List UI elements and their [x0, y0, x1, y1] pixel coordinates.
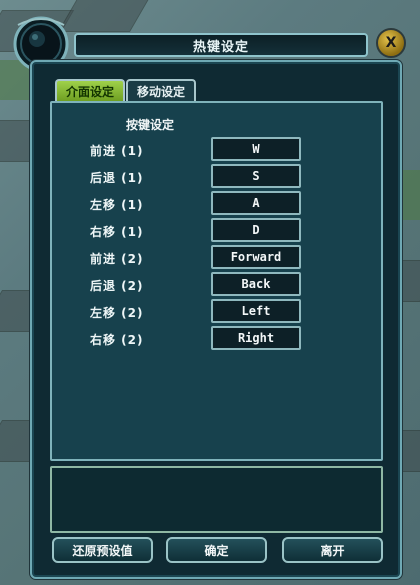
- window-title: 热键设定: [74, 33, 368, 57]
- tab-movement-settings[interactable]: 移动设定: [126, 79, 196, 101]
- keybind-label: 左移 (1): [90, 198, 144, 212]
- keybind-field[interactable]: Left: [211, 299, 301, 323]
- restore-defaults-button[interactable]: 还原预设值: [52, 537, 153, 563]
- close-button[interactable]: X: [376, 28, 406, 58]
- keybind-field[interactable]: Forward: [211, 245, 301, 269]
- background-tile: [57, 0, 155, 32]
- keybind-field[interactable]: D: [211, 218, 301, 242]
- keybind-label: 左移 (2): [90, 306, 144, 320]
- close-icon: X: [385, 35, 397, 51]
- confirm-button[interactable]: 确定: [166, 537, 267, 563]
- keybind-label: 后退 (2): [90, 279, 144, 293]
- keybind-label: 后退 (1): [90, 171, 144, 185]
- keybind-field[interactable]: A: [211, 191, 301, 215]
- keybind-label: 前进 (2): [90, 252, 144, 266]
- keybind-label: 前进 (1): [90, 144, 144, 158]
- keybind-field[interactable]: Right: [211, 326, 301, 350]
- section-title: 按键设定: [126, 118, 175, 132]
- message-area: [50, 466, 383, 533]
- keybind-field[interactable]: W: [211, 137, 301, 161]
- keybind-label: 右移 (1): [90, 225, 144, 239]
- keybind-label: 右移 (2): [90, 333, 144, 347]
- game-screen: 热键设定 X 介面设定 移动设定 按键设定 前进 (1) W 后退 (1) S …: [0, 0, 420, 585]
- tab-interface-settings[interactable]: 介面设定: [55, 79, 125, 101]
- leave-button[interactable]: 离开: [282, 537, 383, 563]
- keybind-field[interactable]: S: [211, 164, 301, 188]
- keybind-field[interactable]: Back: [211, 272, 301, 296]
